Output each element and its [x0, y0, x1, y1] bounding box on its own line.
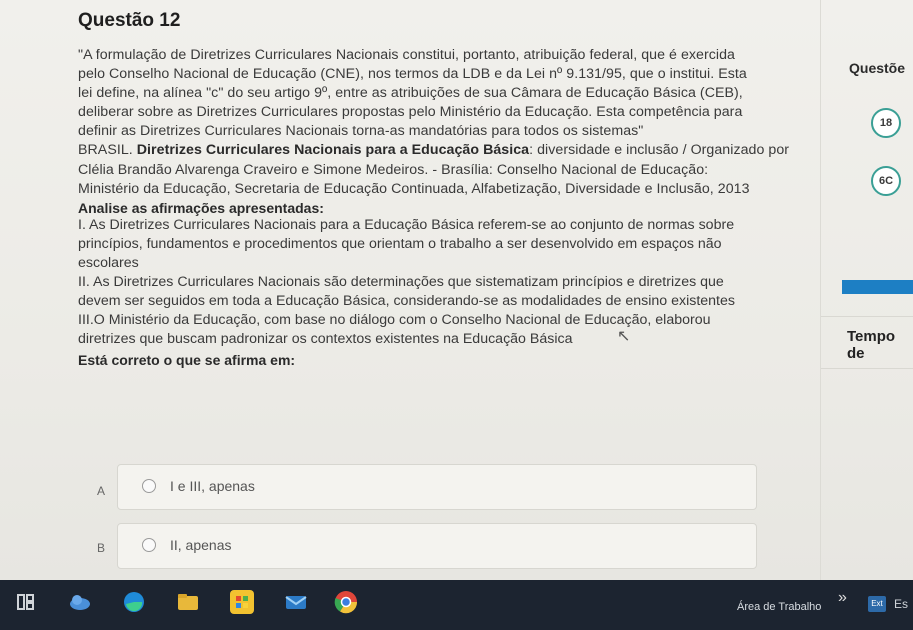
statement-line: escolares — [78, 254, 139, 271]
chrome-icon[interactable] — [334, 590, 358, 614]
workspace-label[interactable]: Área de Trabalho — [737, 601, 821, 613]
source-prefix: BRASIL. — [78, 142, 137, 159]
edge-browser-icon[interactable] — [122, 590, 146, 614]
paragraph-line: definir as Diretrizes Curriculares Nacio… — [78, 123, 644, 140]
mail-icon[interactable] — [284, 590, 308, 614]
radio-button[interactable] — [142, 479, 156, 493]
statement-line: diretrizes que buscam padronizar os cont… — [78, 331, 573, 348]
file-explorer-icon[interactable] — [176, 590, 200, 614]
statements-lead: Analise as afirmações apresentadas: — [78, 199, 324, 216]
divider — [821, 316, 913, 317]
exam-page: Questão 12 "A formulação de Diretrizes C… — [0, 0, 913, 580]
task-view-icon[interactable] — [14, 590, 38, 614]
statement-line: I. As Diretrizes Curriculares Nacionais … — [78, 216, 735, 233]
time-label: Tempo de — [847, 328, 896, 362]
source-citation-line: BRASIL. Diretrizes Curriculares Nacionai… — [78, 141, 813, 160]
statement-line: II. As Diretrizes Curriculares Nacionais… — [78, 274, 724, 291]
source-subtitle: : diversidade e inclusão / Organizado po… — [529, 142, 790, 159]
paragraph-line: pelo Conselho Nacional de Educação (CNE)… — [78, 66, 747, 83]
option-letter-b: B — [97, 541, 106, 555]
statement-line: princípios, fundamentos e procedimentos … — [78, 235, 722, 252]
question-prompt: Está correto o que se afirma em: — [78, 352, 296, 369]
source-citation-line: Clélia Brandão Alvarenga Craveiro e Simo… — [78, 161, 709, 178]
statements: I. As Diretrizes Curriculares Nacionais … — [78, 216, 813, 350]
option-text: I e III, apenas — [170, 478, 255, 494]
question-panel: Questão 12 "A formulação de Diretrizes C… — [78, 10, 813, 368]
paragraph-line: deliberar sobre as Diretrizes Curricular… — [78, 104, 743, 121]
option-letter-a: A — [97, 484, 106, 498]
statement-line: III.O Ministério da Educação, com base n… — [78, 312, 711, 329]
overflow-chevron-icon[interactable]: » — [838, 589, 847, 607]
option-b[interactable]: II, apenas — [117, 523, 757, 569]
mouse-cursor-icon: ↖ — [617, 328, 631, 345]
statement-line: devem ser seguidos em toda a Educação Bá… — [78, 293, 735, 310]
divider — [821, 368, 913, 369]
progress-bar — [842, 280, 913, 294]
question-number-badge[interactable]: 6C — [871, 166, 901, 196]
question-title: Questão 12 — [78, 10, 181, 31]
store-icon[interactable] — [230, 590, 254, 614]
paragraph-line: lei define, na alínea "c" do seu artigo … — [78, 85, 743, 102]
question-paragraph: "A formulação de Diretrizes Curriculares… — [78, 46, 813, 199]
windows-taskbar: Área de Trabalho » Ext Es — [0, 580, 913, 630]
source-citation-line: Ministério da Educação, Secretaria de Ed… — [78, 180, 750, 197]
paragraph-line: "A formulação de Diretrizes Curriculares… — [78, 47, 735, 63]
option-text: II, apenas — [170, 537, 232, 553]
sidebar-title: Questõe — [849, 60, 906, 76]
question-number-badge[interactable]: 18 — [871, 108, 901, 138]
tray-text[interactable]: Es — [894, 597, 908, 611]
questions-sidebar: Questõe 18 6C Tempo de — [820, 0, 913, 580]
weather-icon[interactable] — [68, 590, 92, 614]
radio-button[interactable] — [142, 538, 156, 552]
tray-badge[interactable]: Ext — [868, 596, 886, 612]
option-a[interactable]: I e III, apenas — [117, 464, 757, 510]
source-title: Diretrizes Curriculares Nacionais para a… — [136, 142, 530, 159]
